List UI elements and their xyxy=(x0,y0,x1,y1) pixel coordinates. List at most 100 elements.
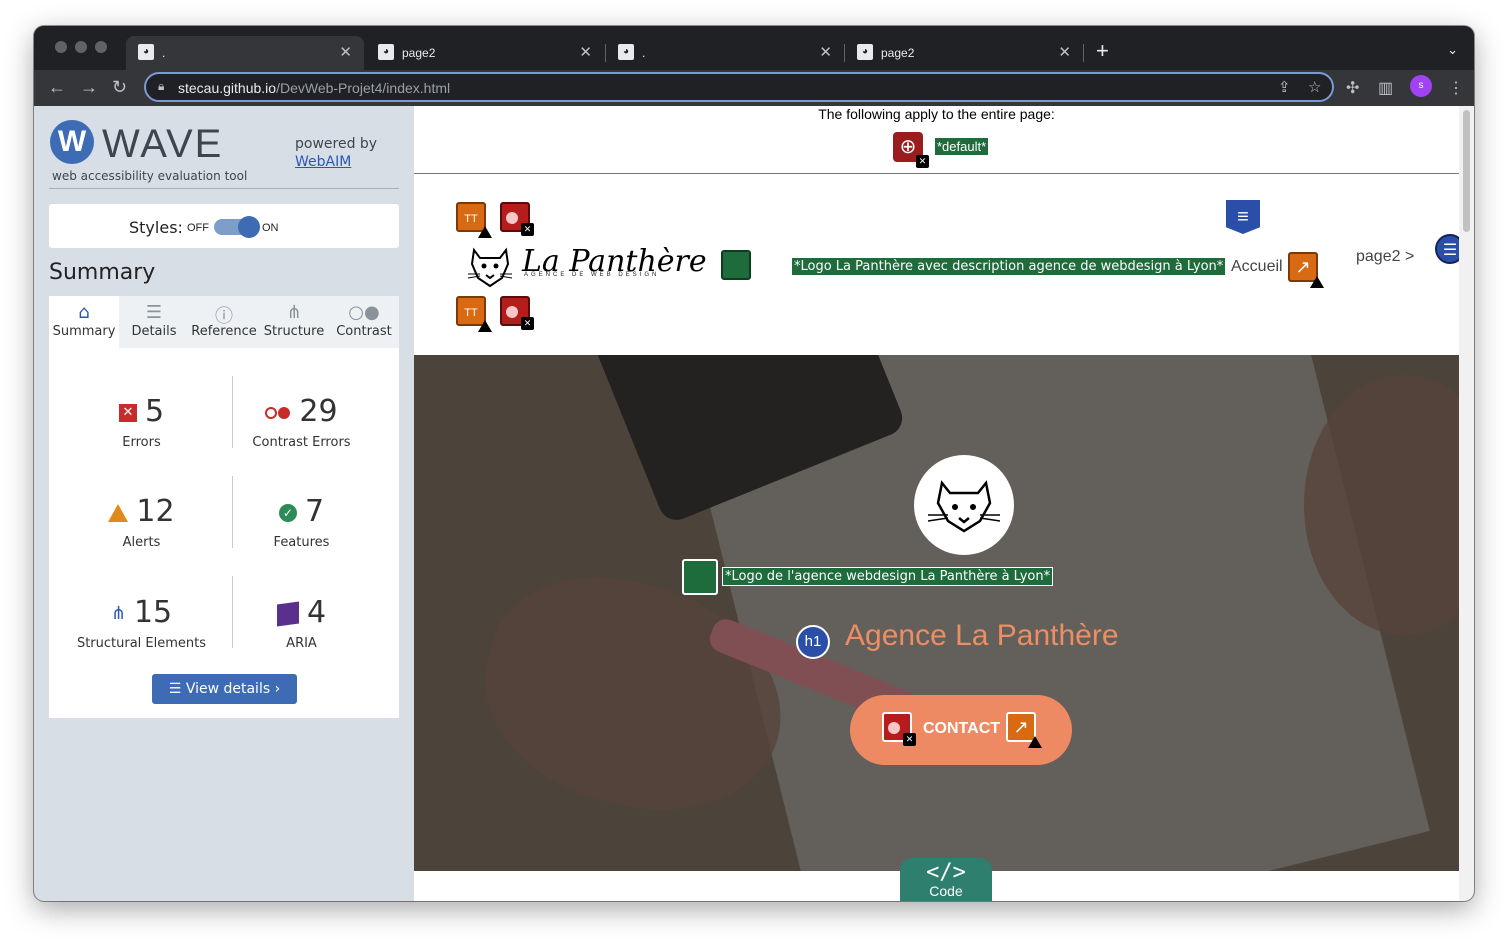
bookmark-star-icon[interactable]: ☆ xyxy=(1308,78,1321,96)
stat-label: ARIA xyxy=(286,636,317,651)
code-brackets-icon: </> xyxy=(926,860,966,885)
page-scrollbar[interactable] xyxy=(1459,106,1474,901)
share-icon[interactable]: ⇪ xyxy=(1278,78,1291,96)
image-feature-icon[interactable] xyxy=(682,559,718,595)
browser-window: ◕ . ✕ ◕ page2 ✕ ◕ . ✕ ◕ page2 ✕ + ⌄ ← → … xyxy=(34,26,1474,901)
window-zoom-dot[interactable] xyxy=(95,41,107,53)
summary-heading: Summary xyxy=(49,260,156,285)
url-text[interactable]: stecau.github.io/DevWeb-Projet4/index.ht… xyxy=(178,80,450,96)
list-icon: ☰ xyxy=(168,681,186,697)
tab-divider xyxy=(1083,44,1084,62)
address-bar[interactable]: 🔒︎ stecau.github.io/DevWeb-Projet4/index… xyxy=(144,72,1334,102)
lock-icon[interactable]: 🔒︎ xyxy=(158,79,164,94)
feature-check-icon: ✓ xyxy=(278,503,297,522)
brand-tagline: AGENCE DE WEB DESIGN xyxy=(524,272,660,278)
error-x-icon: ✕ xyxy=(118,403,137,422)
browser-tab-2[interactable]: ◕ page2 ✕ xyxy=(366,36,604,70)
tab-reference[interactable]: ⓘ Reference xyxy=(189,296,259,348)
contact-button[interactable]: ✕ CONTACT ↗ xyxy=(850,695,1072,765)
error-badge-icon: ✕ xyxy=(521,223,534,236)
nav-link-page2[interactable]: page2 > xyxy=(1356,248,1414,266)
tab-title: . xyxy=(642,46,646,60)
side-panel-icon[interactable]: ▥ xyxy=(1378,78,1393,98)
styles-toggle[interactable] xyxy=(214,216,260,238)
extensions-puzzle-icon[interactable]: ✣ xyxy=(1346,78,1359,98)
new-tab-icon[interactable]: + xyxy=(1096,38,1109,64)
styles-on-label: ON xyxy=(262,222,279,234)
stat-value: 4 xyxy=(306,595,327,630)
webaim-link[interactable]: WebAIM xyxy=(295,154,351,170)
stat-value: 5 xyxy=(144,394,165,429)
stat-value: 15 xyxy=(133,595,173,630)
nav-link-accueil[interactable]: Accueil xyxy=(1231,258,1283,276)
code-panel-toggle[interactable]: </> Code xyxy=(900,858,992,901)
tab-label: Summary xyxy=(52,324,116,339)
tab-label: Contrast xyxy=(336,324,392,339)
browser-tab-1[interactable]: ◕ . ✕ xyxy=(126,36,364,70)
sidebar-divider xyxy=(49,188,399,189)
tab-structure[interactable]: ⋔ Structure xyxy=(259,296,329,348)
tab-close-icon[interactable]: ✕ xyxy=(339,43,352,61)
panther-logo-icon xyxy=(466,244,514,288)
hero-heading: Agence La Panthère xyxy=(845,619,1119,652)
tab-close-icon[interactable]: ✕ xyxy=(579,43,592,61)
forward-arrow-icon[interactable]: → xyxy=(80,77,98,98)
tab-title: . xyxy=(162,46,166,60)
small-text-alert-icon[interactable]: TT xyxy=(456,296,492,332)
tab-close-icon[interactable]: ✕ xyxy=(1058,43,1071,61)
view-details-button[interactable]: ☰ View details › xyxy=(152,674,297,704)
h1-heading-icon[interactable]: h1 xyxy=(796,625,830,659)
home-icon: ⌂ xyxy=(78,302,90,323)
tab-label: Structure xyxy=(263,324,325,339)
view-details-label: View details › xyxy=(185,681,281,697)
redundant-link-alert-icon[interactable]: ↗ xyxy=(1288,252,1324,288)
contrast-error-icon[interactable]: ✕ xyxy=(882,712,916,746)
browser-toolbar: ← → ↻ 🔒︎ stecau.github.io/DevWeb-Projet4… xyxy=(34,70,1474,106)
tab-close-icon[interactable]: ✕ xyxy=(819,43,832,61)
back-arrow-icon[interactable]: ← xyxy=(48,77,66,98)
stat-alerts: 12 Alerts xyxy=(54,494,229,550)
wave-title: WAVE xyxy=(102,122,224,166)
wave-tabs: ⌂ Summary ☰ Details ⓘ Reference ⋔ Struct… xyxy=(49,296,399,348)
linked-image-feature-icon[interactable] xyxy=(721,250,751,280)
contrast-circles-icon: ○● xyxy=(348,302,380,323)
wave-header-divider xyxy=(414,173,1459,174)
stat-label: Contrast Errors xyxy=(252,435,351,450)
aria-cube-icon xyxy=(276,600,299,627)
contrast-error-icon[interactable]: ✕ xyxy=(500,202,534,236)
powered-by-text: powered by xyxy=(295,136,378,152)
tab-title: page2 xyxy=(881,46,915,60)
scrollbar-thumb[interactable] xyxy=(1463,110,1470,232)
stat-value: 29 xyxy=(299,394,338,429)
styles-off-label: OFF xyxy=(187,222,209,234)
evaluated-page: The following apply to the entire page: … xyxy=(414,106,1459,901)
hero-logo-alt-text: *Logo de l'agence webdesign La Panthère … xyxy=(722,567,1054,586)
panther-favicon-icon: ◕ xyxy=(857,44,873,60)
hero-overlay xyxy=(414,355,1459,871)
small-text-alert-icon[interactable]: TT xyxy=(456,202,492,238)
browser-tab-3[interactable]: ◕ . ✕ xyxy=(606,36,844,70)
alert-triangle-icon xyxy=(108,503,129,522)
tab-contrast[interactable]: ○● Contrast xyxy=(329,296,399,348)
language-missing-globe-icon[interactable]: ⊕ ✕ xyxy=(893,132,929,168)
toggle-knob[interactable] xyxy=(238,216,260,238)
summary-panel: ✕ 5 Errors 29 Contrast Errors 12 Alerts ✓… xyxy=(49,348,399,718)
hero-banner: *Logo de l'agence webdesign La Panthère … xyxy=(414,355,1459,871)
unordered-list-icon[interactable]: ≡ xyxy=(1226,200,1260,234)
window-minimize-dot[interactable] xyxy=(75,41,87,53)
tab-summary[interactable]: ⌂ Summary xyxy=(49,296,119,348)
contrast-error-icon[interactable]: ✕ xyxy=(500,296,534,330)
list-icon: ☰ xyxy=(145,302,163,323)
entire-page-note: The following apply to the entire page: xyxy=(818,106,1055,122)
profile-avatar[interactable]: s xyxy=(1410,75,1432,97)
browser-tab-4[interactable]: ◕ page2 ✕ xyxy=(845,36,1083,70)
reload-icon[interactable]: ↻ xyxy=(112,77,127,98)
browser-menu-icon[interactable]: ⋮ xyxy=(1448,78,1464,98)
tab-details[interactable]: ☰ Details xyxy=(119,296,189,348)
tab-search-chevron-icon[interactable]: ⌄ xyxy=(1447,42,1458,58)
window-close-dot[interactable] xyxy=(55,41,67,53)
alert-badge-icon xyxy=(478,320,492,332)
default-language-tag: *default* xyxy=(935,138,989,155)
redundant-link-alert-icon[interactable]: ↗ xyxy=(1006,712,1042,748)
navigation-landmark-icon[interactable]: ☰ xyxy=(1435,234,1459,264)
